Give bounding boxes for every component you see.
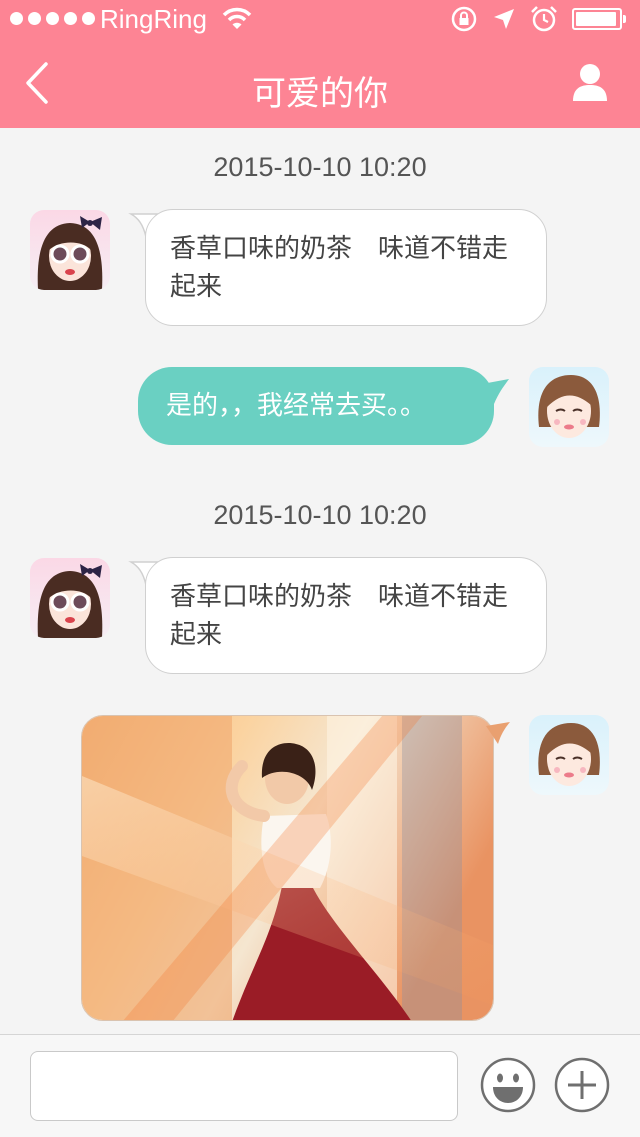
- chat-area[interactable]: 2015-10-10 10:20 香草口味的奶茶 味道不错走起来 是的，，我经常…: [0, 128, 640, 1034]
- girl-avatar-icon: [37, 564, 103, 638]
- app-header: RingRing 可爱的你: [0, 0, 640, 128]
- input-bar: [0, 1034, 640, 1137]
- user-avatar[interactable]: [529, 367, 609, 447]
- nav-bar: 可爱的你: [0, 40, 640, 128]
- rotation-lock-icon: [451, 6, 477, 32]
- page-title: 可爱的你: [252, 74, 388, 114]
- plus-icon: [554, 1057, 610, 1113]
- add-button[interactable]: [554, 1057, 610, 1113]
- girl-avatar-icon: [538, 375, 600, 438]
- user-icon: [573, 64, 607, 101]
- timestamp: 2015-10-10 10:20: [213, 500, 427, 530]
- outgoing-message-bubble[interactable]: 是的，，我经常去买。。: [138, 367, 494, 445]
- smiley-icon: [480, 1057, 536, 1113]
- profile-button[interactable]: [572, 62, 612, 106]
- contact-avatar[interactable]: [30, 558, 110, 638]
- bubble-tail: [486, 722, 510, 744]
- user-avatar[interactable]: [529, 715, 609, 795]
- girl-avatar-icon: [37, 216, 103, 290]
- timestamp: 2015-10-10 10:20: [213, 152, 427, 182]
- location-arrow-icon: [494, 9, 514, 29]
- photo-image: [82, 716, 493, 1020]
- carrier-name: RingRing: [100, 4, 207, 34]
- status-bar: RingRing: [0, 0, 640, 40]
- incoming-message-bubble[interactable]: 香草口味的奶茶 味道不错走起来: [145, 209, 547, 326]
- message-input[interactable]: [30, 1051, 458, 1121]
- girl-avatar-icon: [538, 723, 600, 786]
- wifi-icon: [222, 7, 252, 29]
- alarm-icon: [531, 6, 557, 32]
- outgoing-image-message[interactable]: [81, 715, 494, 1021]
- contact-avatar[interactable]: [30, 210, 110, 290]
- battery-icon: [572, 8, 626, 30]
- signal-dots-icon: [10, 12, 95, 25]
- emoji-button[interactable]: [480, 1057, 536, 1113]
- incoming-message-bubble[interactable]: 香草口味的奶茶 味道不错走起来: [145, 557, 547, 674]
